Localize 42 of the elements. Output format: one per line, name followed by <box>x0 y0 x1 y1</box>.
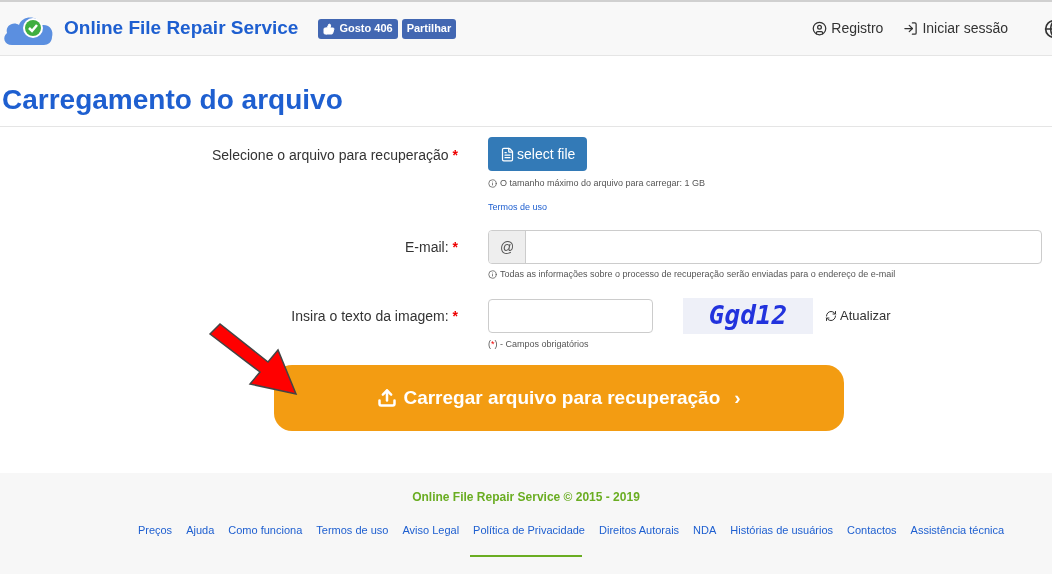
file-icon <box>500 146 515 162</box>
nav-icon <box>903 21 919 36</box>
brand-name[interactable]: Online File Repair Service <box>64 14 299 43</box>
footer-link[interactable]: Assistência técnica <box>910 522 1005 539</box>
at-addon: @ <box>489 231 526 263</box>
thumbs-up-icon <box>323 22 336 35</box>
copyright-text: Online File Repair Service © 2015 - 2019 <box>412 489 640 506</box>
share-button[interactable]: Partilhar <box>401 18 457 39</box>
terms-link[interactable]: Termos de uso <box>488 200 706 214</box>
required-mark: * <box>452 307 458 324</box>
captcha-input[interactable] <box>488 298 653 333</box>
footer-link[interactable]: Preços <box>137 522 173 539</box>
footer-link[interactable]: Histórias de usuários <box>730 522 834 539</box>
info-icon <box>488 179 497 189</box>
footer-link[interactable]: Termos de uso <box>316 522 389 539</box>
footer-link[interactable]: Contactos <box>847 522 897 539</box>
footer-link[interactable]: Aviso Legal <box>402 522 460 539</box>
page-title: Carregamento do arquivo <box>2 83 344 117</box>
footer-link[interactable]: Como funciona <box>228 522 303 539</box>
hint-text: O tamanho máximo do arquivo para carregar: 1 GB <box>500 177 706 190</box>
refresh-icon <box>825 309 837 322</box>
select-file-button[interactable]: select file <box>488 137 588 171</box>
required-note: (*) - Campos obrigatórios <box>488 337 590 351</box>
footer-link[interactable]: Política de Privacidade <box>473 522 585 539</box>
footer-link[interactable]: Ajuda <box>186 522 215 539</box>
field-label: E-mail: <box>405 239 449 255</box>
like-button[interactable]: Gosto 406 <box>318 18 398 39</box>
email-input[interactable]: @ <box>488 230 1042 264</box>
required-mark: * <box>452 239 458 255</box>
captcha-image: Ggd12 <box>683 297 813 334</box>
footer-link[interactable]: NDA <box>693 522 717 539</box>
field-label: Selecione o arquivo para recuperação <box>211 147 449 163</box>
required-mark: * <box>452 147 458 163</box>
hint-text: Todas as informações sobre o processo de recuperação serão enviadas para o endereço de e-mail <box>500 268 896 281</box>
nav-link[interactable]: Iniciar sessão <box>903 18 1008 39</box>
nav-icon <box>812 21 828 36</box>
info-icon <box>488 270 497 280</box>
upload-icon <box>377 388 398 408</box>
footer-link[interactable]: Direitos Autorais <box>599 522 680 539</box>
nav-link[interactable]: Registro <box>812 18 884 39</box>
field-label: Insira o texto da imagem: <box>291 307 449 324</box>
refresh-link[interactable]: Atualizar <box>825 305 891 326</box>
